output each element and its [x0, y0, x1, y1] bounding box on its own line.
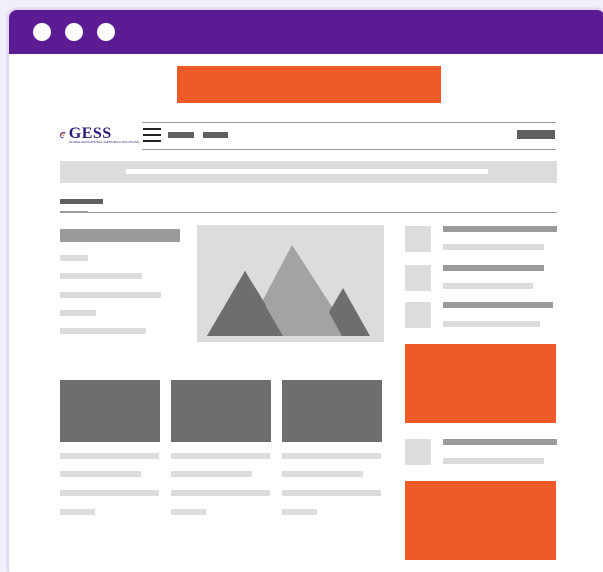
logo-tagline: GLOBAL EDUCATIONAL SUPPLIES & SOLUTIONS	[68, 139, 139, 144]
card-text-line	[60, 490, 159, 496]
sidebar-ad[interactable]	[405, 481, 556, 560]
card-text-line	[171, 453, 270, 459]
search-bar[interactable]	[60, 161, 557, 183]
logo-wordmark: GESS	[68, 124, 112, 142]
sidebar-meta	[443, 458, 544, 464]
section-tab-active[interactable]	[60, 199, 103, 204]
section-tab-underline	[60, 211, 88, 213]
sidebar-meta	[443, 244, 544, 250]
nav-item[interactable]	[168, 132, 194, 138]
card-image[interactable]	[171, 380, 271, 442]
sidebar-thumb[interactable]	[405, 302, 431, 328]
featured-headline[interactable]	[60, 229, 180, 242]
featured-text-line	[60, 292, 161, 298]
window-dot-icon[interactable]	[97, 23, 115, 41]
sidebar-headline[interactable]	[443, 226, 557, 232]
nav-item[interactable]	[203, 132, 228, 138]
mountain-image-icon	[207, 245, 370, 336]
sidebar-meta	[443, 321, 540, 327]
site-logo[interactable]: GESS GLOBAL EDUCATIONAL SUPPLIES & SOLUT…	[59, 120, 139, 150]
header-bottom-rule	[142, 149, 556, 150]
featured-text-line	[60, 310, 96, 316]
header-action-button[interactable]	[517, 130, 555, 139]
card-text-line	[282, 453, 381, 459]
sidebar-ad[interactable]	[405, 344, 556, 423]
hamburger-menu-icon[interactable]	[143, 128, 161, 142]
card-text-line	[171, 471, 252, 477]
card-text-line	[282, 471, 363, 477]
sidebar-headline[interactable]	[443, 265, 544, 271]
sidebar-meta	[443, 283, 533, 289]
header-top-rule	[142, 122, 556, 123]
card-text-line	[171, 490, 270, 496]
featured-image[interactable]	[197, 225, 384, 342]
card-text-line	[282, 490, 381, 496]
top-banner-ad[interactable]	[177, 66, 441, 103]
window-dot-icon[interactable]	[65, 23, 83, 41]
logo-swirl-icon	[59, 132, 66, 139]
title-bar	[9, 10, 603, 54]
card-text-line	[171, 509, 206, 515]
sidebar-headline[interactable]	[443, 439, 557, 445]
browser-window: GESS GLOBAL EDUCATIONAL SUPPLIES & SOLUT…	[7, 8, 603, 572]
sidebar-thumb[interactable]	[405, 439, 431, 465]
sidebar-thumb[interactable]	[405, 226, 431, 252]
window-dot-icon[interactable]	[33, 23, 51, 41]
card-text-line	[60, 509, 95, 515]
sidebar-headline[interactable]	[443, 302, 553, 308]
search-bar-text	[126, 169, 488, 174]
card-text-line	[282, 509, 317, 515]
featured-text-line	[60, 273, 142, 279]
card-image[interactable]	[282, 380, 382, 442]
card-image[interactable]	[60, 380, 160, 442]
section-rule	[60, 212, 557, 213]
featured-text-line	[60, 328, 146, 334]
featured-meta	[60, 255, 88, 261]
sidebar-thumb[interactable]	[405, 265, 431, 291]
card-text-line	[60, 453, 159, 459]
card-text-line	[60, 471, 141, 477]
